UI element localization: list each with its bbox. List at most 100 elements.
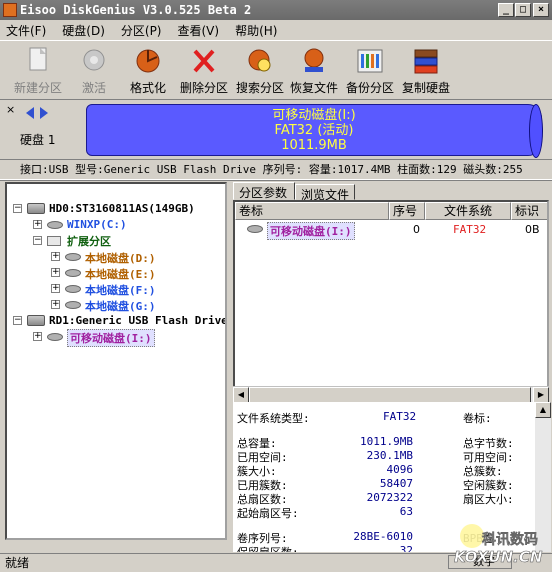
collapse-icon[interactable]: − — [13, 204, 22, 213]
scroll-left-icon[interactable]: ◀ — [233, 387, 249, 403]
volume-icon — [65, 253, 81, 261]
column-header-label[interactable]: 卷标 — [235, 202, 389, 220]
total-capacity-value: 1011.9MB — [360, 435, 413, 448]
fs-type-label: 文件系统类型: — [237, 412, 310, 425]
new-partition-button[interactable]: 新建分区 — [8, 45, 68, 96]
copy-disk-button[interactable]: 复制硬盘 — [396, 45, 456, 96]
splitter[interactable] — [0, 179, 552, 181]
column-header-fs[interactable]: 文件系统 — [425, 202, 511, 220]
volume-icon — [65, 269, 81, 277]
tree-item-g[interactable]: 本地磁盘(G:) — [85, 298, 156, 314]
scroll-thumb[interactable] — [249, 387, 531, 403]
tab-partition-params[interactable]: 分区参数 — [233, 182, 295, 200]
menu-view[interactable]: 查看(V) — [178, 22, 220, 39]
total-sectors-value: 2072322 — [366, 491, 413, 504]
partition-bar-name: 可移动磁盘(I:) — [272, 108, 356, 123]
expand-icon[interactable]: + — [51, 268, 60, 277]
recover-file-icon — [299, 45, 329, 77]
volume-icon — [47, 221, 63, 229]
recover-file-button[interactable]: 恢复文件 — [284, 45, 344, 96]
disk-tree: − HD0:ST3160811AS(149GB) + WINXP(C:) − 扩… — [5, 182, 227, 540]
menu-bar: 文件(F) 硬盘(D) 分区(P) 查看(V) 帮助(H) — [0, 20, 552, 40]
menu-disk[interactable]: 硬盘(D) — [62, 22, 105, 39]
serial-value: 28BE-6010 — [353, 530, 413, 543]
column-header-id[interactable]: 标识 — [511, 202, 547, 220]
column-header-index[interactable]: 序号 — [389, 202, 425, 220]
horizontal-scrollbar[interactable]: ◀ ▶ — [233, 386, 549, 403]
reserved-sectors-value: 32 — [399, 544, 413, 552]
row-id: 0B — [525, 223, 540, 236]
start-sector-value: 63 — [399, 505, 413, 518]
collapse-icon[interactable]: − — [13, 316, 22, 325]
format-icon — [133, 45, 163, 77]
tree-item-e[interactable]: 本地磁盘(E:) — [85, 266, 156, 282]
delete-partition-button[interactable]: 删除分区 — [174, 45, 234, 96]
menu-partition[interactable]: 分区(P) — [121, 22, 162, 39]
used-space-value: 230.1MB — [366, 449, 413, 462]
maximize-button[interactable]: □ — [515, 3, 531, 17]
delete-partition-icon — [189, 45, 219, 77]
next-disk-arrow-icon[interactable] — [40, 107, 48, 119]
table-row[interactable]: 可移动磁盘(I:) 0 FAT32 0B — [235, 221, 547, 240]
tab-bar: 分区参数 浏览文件 — [233, 182, 552, 202]
start-sector-label: 起始扇区号: — [237, 507, 299, 520]
tree-item-d[interactable]: 本地磁盘(D:) — [85, 250, 156, 266]
row-fs: FAT32 — [453, 223, 487, 236]
tree-item-extended[interactable]: 扩展分区 — [67, 233, 111, 249]
menu-file[interactable]: 文件(F) — [6, 22, 46, 39]
expand-icon[interactable]: + — [33, 220, 42, 229]
copy-disk-icon — [411, 45, 441, 77]
close-panel-icon[interactable]: × — [6, 103, 15, 116]
search-partition-icon — [245, 45, 275, 77]
tree-item-rd1[interactable]: RD1:Generic USB Flash Drive — [49, 314, 225, 327]
scroll-up-icon[interactable]: ▲ — [535, 402, 551, 418]
volume-icon — [247, 225, 263, 233]
format-button[interactable]: 格式化 — [118, 45, 178, 96]
watermark-logo: 科讯数码 KOXUN.CN — [452, 522, 548, 568]
menu-help[interactable]: 帮助(H) — [235, 22, 277, 39]
app-icon — [3, 3, 17, 17]
partition-bar-fs: FAT32 (活动) — [274, 123, 354, 138]
scroll-right-icon[interactable]: ▶ — [533, 387, 549, 403]
tree-item-c[interactable]: WINXP(C:) — [67, 218, 127, 231]
activate-icon — [79, 45, 109, 77]
usb-disk-icon — [27, 315, 45, 326]
reserved-sectors-label: 保留扇区数: — [237, 544, 299, 552]
minimize-button[interactable]: _ — [498, 3, 514, 17]
backup-partition-button[interactable]: 备份分区 — [340, 45, 400, 96]
volume-icon — [65, 301, 81, 309]
toolbar: 新建分区 激活 格式化 删除分区 搜索分区 恢复文件 备份分区 复制硬盘 — [0, 40, 552, 100]
disk-info-line: 接口:USB 型号:Generic USB Flash Drive 序列号: 容… — [0, 159, 552, 179]
collapse-icon[interactable]: − — [33, 236, 42, 245]
window-title: Eisoo DiskGenius V3.0.525 Beta 2 — [20, 3, 252, 17]
expand-icon[interactable]: + — [51, 300, 60, 309]
sector-size-label: 扇区大小: — [463, 493, 514, 506]
activate-button[interactable]: 激活 — [64, 45, 124, 96]
new-partition-icon — [23, 45, 53, 77]
extended-partition-icon — [47, 236, 61, 246]
status-text: 就绪 — [5, 556, 30, 570]
volume-icon — [47, 333, 63, 341]
row-label: 可移动磁盘(I:) — [267, 222, 355, 240]
tab-browse-files[interactable]: 浏览文件 — [295, 184, 355, 202]
svg-text:KOXUN.CN: KOXUN.CN — [454, 548, 543, 566]
cluster-size-value: 4096 — [386, 463, 414, 476]
expand-icon[interactable]: + — [33, 332, 42, 341]
tree-item-i[interactable]: 可移动磁盘(I:) — [67, 329, 155, 347]
title-bar: Eisoo DiskGenius V3.0.525 Beta 2 _ □ × — [0, 0, 552, 20]
row-index: 0 — [413, 223, 420, 236]
previous-disk-arrow-icon[interactable] — [26, 107, 34, 119]
volume-icon — [65, 285, 81, 293]
disk-label: 硬盘 1 — [20, 133, 56, 147]
tree-item-hd0[interactable]: HD0:ST3160811AS(149GB) — [49, 202, 195, 215]
expand-icon[interactable]: + — [51, 252, 60, 261]
svg-text:科讯数码: 科讯数码 — [482, 531, 538, 548]
partition-bar-size: 1011.9MB — [281, 138, 347, 153]
partition-bar[interactable]: 可移动磁盘(I:) FAT32 (活动) 1011.9MB — [86, 104, 543, 158]
partition-list: 卷标 序号 文件系统 标识 可移动磁盘(I:) 0 FAT32 0B — [233, 200, 549, 398]
expand-icon[interactable]: + — [51, 284, 60, 293]
tree-item-f[interactable]: 本地磁盘(F:) — [85, 282, 156, 298]
search-partition-button[interactable]: 搜索分区 — [230, 45, 290, 96]
volume-label-label: 卷标: — [463, 412, 492, 425]
close-button[interactable]: × — [533, 3, 549, 17]
